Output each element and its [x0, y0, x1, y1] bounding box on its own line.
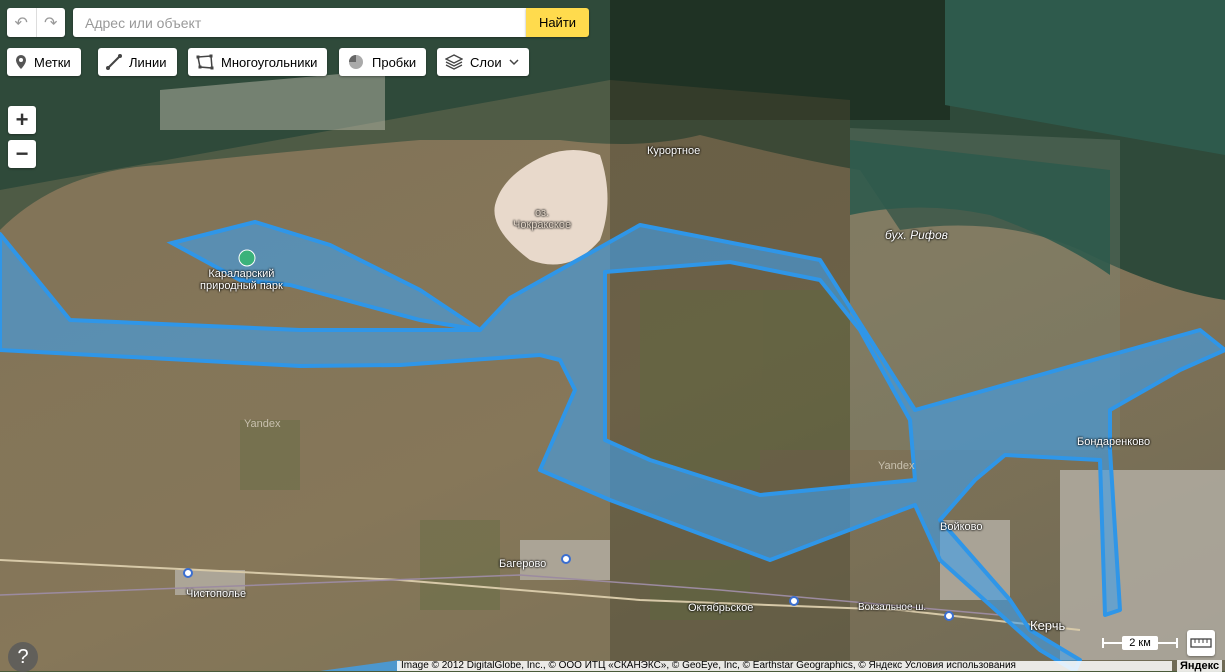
- scale-bar: 2 км: [1102, 636, 1178, 650]
- polygons-button[interactable]: Многоугольники: [188, 48, 328, 76]
- line-icon: [106, 54, 122, 70]
- place-label-kurortnoe: Курортное: [647, 145, 701, 157]
- traffic-label: Пробки: [372, 54, 417, 70]
- search-input[interactable]: [83, 13, 516, 32]
- station-marker[interactable]: [944, 611, 954, 621]
- place-label-kerch: Керчь: [1030, 618, 1066, 633]
- layers-icon: [445, 54, 463, 70]
- polygon-icon: [196, 54, 214, 70]
- traffic-icon: [349, 55, 363, 69]
- place-label-bagerovo: Багерово: [499, 558, 547, 570]
- satellite-map[interactable]: [0, 0, 1225, 671]
- layers-label: Слои: [470, 54, 502, 70]
- copyright-text: Image © 2012 DigitalGlobe, Inc., © ООО И…: [397, 661, 1172, 671]
- yandex-logo: Яндекс: [1177, 660, 1223, 672]
- street-label: Вокзальное ш.: [858, 602, 927, 613]
- lines-label: Линии: [129, 54, 167, 70]
- place-label-oktyabrskoe: Октябрьское: [688, 602, 754, 614]
- placemarks-label: Метки: [34, 54, 71, 70]
- help-button[interactable]: ?: [8, 642, 38, 672]
- search-box: [73, 8, 526, 37]
- undo-icon[interactable]: ↶: [7, 8, 36, 37]
- place-label-bondarenkovo: Бондаренково: [1077, 436, 1151, 448]
- station-marker[interactable]: [561, 554, 571, 564]
- polygons-label: Многоугольники: [221, 54, 318, 70]
- place-label-bay: бух. Рифов: [885, 228, 948, 242]
- place-label-park: Караларский природный парк: [200, 268, 283, 292]
- zoom-in-button[interactable]: +: [8, 106, 36, 134]
- place-label-chistopole: Чистополье: [186, 588, 247, 600]
- place-label-lake: оз. Чокракское: [513, 207, 572, 231]
- ruler-icon: [1190, 638, 1212, 648]
- placemarks-button[interactable]: Метки: [7, 48, 81, 76]
- yandex-watermark: Yandex: [878, 460, 915, 472]
- place-label-voykovo: Войково: [940, 521, 983, 533]
- yandex-watermark: Yandex: [244, 418, 281, 430]
- layers-button[interactable]: Слои: [437, 48, 529, 76]
- lines-button[interactable]: Линии: [98, 48, 177, 76]
- traffic-button[interactable]: Пробки: [339, 48, 427, 76]
- redo-icon[interactable]: ↷: [35, 8, 66, 37]
- ruler-button[interactable]: [1187, 630, 1215, 656]
- placemark-icon: [16, 55, 26, 69]
- scale-label: 2 км: [1122, 636, 1158, 650]
- chevron-down-icon: [509, 59, 519, 66]
- find-button[interactable]: Найти: [526, 8, 589, 37]
- zoom-out-button[interactable]: −: [8, 140, 36, 168]
- station-marker[interactable]: [183, 568, 193, 578]
- undo-redo-group: ↶ ↷: [7, 8, 65, 37]
- park-marker-icon[interactable]: [238, 249, 256, 267]
- station-marker[interactable]: [789, 596, 799, 606]
